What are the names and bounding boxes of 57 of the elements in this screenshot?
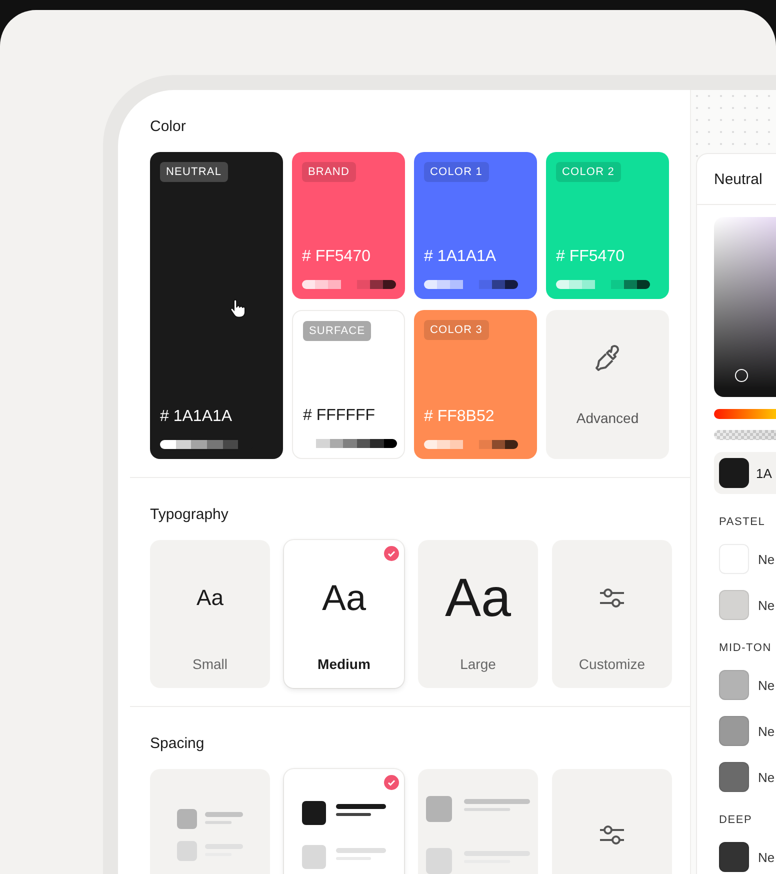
sliders-icon — [598, 586, 626, 610]
section-title: Typography — [150, 506, 228, 523]
hex-value: # 1A1A1A — [160, 408, 232, 426]
color-card[interactable]: NEUTRAL # 1A1A1A — [150, 152, 283, 459]
hand-cursor-icon — [230, 299, 246, 319]
eyedropper-icon — [594, 344, 622, 374]
option-label: Large — [460, 656, 496, 672]
color-card[interactable]: COLOR 1 # 1A1A1A — [414, 152, 537, 299]
check-icon — [384, 546, 399, 561]
swatch-label: Ne — [758, 850, 775, 864]
color-tag: COLOR 2 — [556, 162, 620, 182]
color-swatch[interactable] — [719, 716, 749, 746]
type-size-option[interactable]: Aa Small — [150, 540, 270, 688]
advanced-card[interactable]: Advanced — [546, 310, 669, 459]
spacing-option[interactable] — [284, 769, 404, 874]
card-label: Advanced — [576, 410, 639, 426]
color-tag: COLOR 3 — [424, 320, 488, 340]
type-size-option[interactable]: Aa Medium — [284, 540, 404, 688]
type-sample: Aa — [444, 571, 512, 625]
color-card[interactable]: SURFACE # FFFFFF — [292, 310, 405, 459]
color-swatch[interactable] — [719, 842, 749, 872]
swatch-label: Ne — [758, 678, 775, 692]
option-label: Customize — [578, 656, 646, 672]
hex-value: # FF8B52 — [424, 408, 494, 426]
group-label: DEEP — [719, 814, 754, 826]
color-swatch[interactable] — [719, 670, 749, 700]
color-swatch[interactable] — [719, 762, 749, 792]
color-tag: SURFACE — [303, 321, 372, 341]
section-title: Color — [150, 118, 186, 135]
swatch-label: Ne — [758, 724, 775, 738]
swatch-label: Ne — [758, 552, 775, 566]
group-label: PASTEL — [719, 516, 766, 528]
swatch-label: Ne — [758, 770, 775, 784]
hex-input-field[interactable]: 1A — [714, 452, 776, 494]
type-sample: Aa — [322, 580, 366, 616]
type-size-option[interactable]: Customize — [552, 540, 672, 688]
color-card[interactable]: BRAND # FF5470 — [292, 152, 405, 299]
option-label: Small — [192, 656, 228, 672]
type-size-option[interactable]: Aa Large — [418, 540, 538, 688]
swatch-label: Ne — [758, 598, 775, 612]
group-label: MID-TON — [719, 642, 772, 654]
hex-value: # FF5470 — [302, 248, 370, 266]
color-tag: NEUTRAL — [160, 162, 228, 182]
section-title: Spacing — [150, 735, 204, 752]
hex-value: # FFFFFF — [303, 407, 375, 425]
picker-handle[interactable] — [735, 369, 748, 382]
hex-value: # FF5470 — [556, 248, 624, 266]
check-icon — [384, 775, 399, 790]
color-tag: BRAND — [302, 162, 356, 182]
color-swatch[interactable] — [719, 590, 749, 620]
type-sample: Aa — [196, 587, 224, 609]
hex-value: # 1A1A1A — [424, 248, 496, 266]
spacing-layout-drawing — [177, 809, 243, 861]
option-label: Medium — [318, 656, 370, 672]
panel-title: Neutral — [714, 170, 762, 188]
sliders-icon — [598, 823, 626, 847]
color-tag: COLOR 1 — [424, 162, 488, 182]
